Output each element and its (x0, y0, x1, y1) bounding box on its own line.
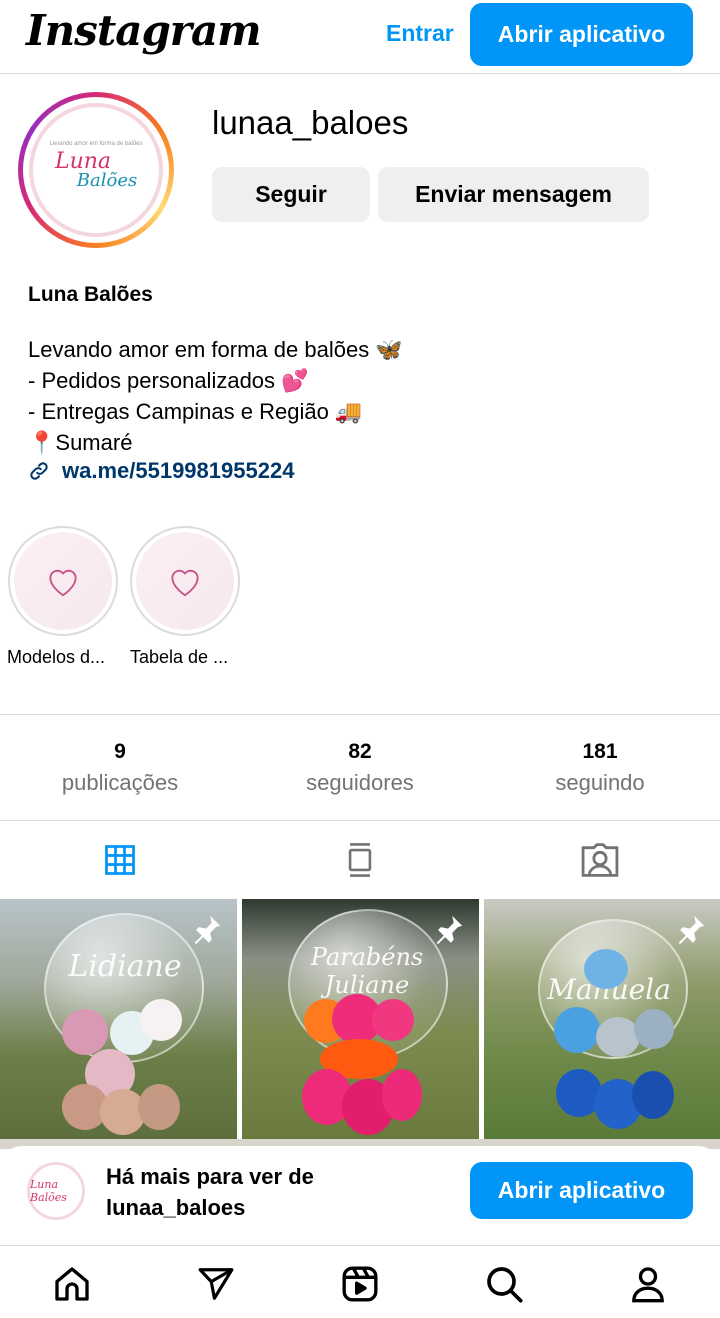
posts-count: 9 (114, 740, 126, 763)
post-tile[interactable]: Lidiane (0, 899, 237, 1139)
nav-direct[interactable] (194, 1262, 238, 1306)
nav-search[interactable] (482, 1262, 526, 1306)
open-app-button[interactable]: Abrir aplicativo (470, 3, 693, 66)
post-caption: Parabéns Juliane (310, 943, 424, 999)
banner-text: Há mais para ver de lunaa_baloes (106, 1161, 314, 1223)
bio-line: - Entregas Campinas e Região 🚚 (28, 399, 363, 424)
stat-following[interactable]: 181 seguindo (480, 740, 720, 796)
banner-text-line1: Há mais para ver de (106, 1164, 314, 1189)
banner-avatar: Luna Balões (27, 1162, 85, 1220)
tagged-icon (581, 843, 619, 877)
divider (0, 820, 720, 821)
home-icon (55, 1267, 89, 1301)
followers-count: 82 (348, 740, 372, 763)
heart-icon (171, 569, 199, 597)
tab-tagged[interactable] (480, 838, 720, 882)
profile-avatar[interactable]: Levando amor em forma de balões Luna Bal… (18, 92, 174, 248)
highlight-label: Modelos d... (7, 647, 106, 667)
direct-icon (198, 1268, 234, 1300)
banner-open-app-button[interactable]: Abrir aplicativo (470, 1162, 693, 1219)
feed-icon (348, 843, 372, 877)
profile-username: lunaa_baloes (212, 104, 409, 141)
login-link[interactable]: Entrar (386, 20, 454, 47)
avatar-tagline: Levando amor em forma de balões (49, 141, 143, 147)
bio-link-text: wa.me/5519981955224 (62, 458, 295, 483)
highlight-label: Tabela de ... (130, 647, 229, 667)
grid-icon (105, 845, 135, 875)
nav-profile[interactable] (626, 1262, 670, 1306)
post-caption: Lidiane (68, 949, 182, 984)
link-icon (30, 462, 48, 480)
stat-posts: 9 publicações (0, 740, 240, 796)
following-label: seguindo (555, 770, 645, 795)
tab-posts-grid[interactable] (0, 838, 240, 882)
bottom-nav (0, 1248, 720, 1318)
bio-line: Levando amor em forma de balões 🦋 (28, 337, 403, 362)
followers-label: seguidores (306, 770, 414, 795)
profile-bio: Levando amor em forma de balões 🦋 - Pedi… (28, 334, 403, 458)
send-message-button[interactable]: Enviar mensagem (378, 167, 649, 222)
pin-icon (194, 915, 221, 945)
bio-link[interactable]: wa.me/5519981955224 (28, 458, 294, 484)
post-tile[interactable]: Parabéns Juliane (242, 899, 479, 1139)
highlight-tabela[interactable] (130, 526, 240, 636)
divider (0, 714, 720, 715)
highlight-modelos[interactable] (8, 526, 118, 636)
pin-icon (436, 915, 463, 945)
bio-line: - Pedidos personalizados 💕 (28, 368, 309, 393)
top-bar: Instagram Entrar Abrir aplicativo (0, 0, 720, 74)
nav-reels[interactable] (338, 1262, 382, 1306)
posts-label: publicações (61, 770, 179, 795)
post-tile[interactable]: Manuela (484, 899, 720, 1139)
profile-icon (632, 1267, 664, 1303)
reels-icon (342, 1266, 378, 1302)
pin-icon (678, 915, 705, 945)
banner-text-line2: lunaa_baloes (106, 1195, 246, 1220)
avatar-image: Levando amor em forma de balões Luna Bal… (29, 103, 163, 237)
heart-icon (49, 569, 77, 597)
following-count: 181 (582, 740, 618, 763)
follow-button[interactable]: Seguir (212, 167, 370, 222)
avatar-logo-line2: Balões (76, 170, 138, 191)
profile-full-name: Luna Balões (28, 283, 153, 306)
bio-line: 📍Sumaré (28, 430, 133, 455)
instagram-logo[interactable]: Instagram (26, 6, 262, 55)
nav-home[interactable] (50, 1262, 94, 1306)
stat-followers[interactable]: 82 seguidores (240, 740, 480, 796)
search-icon (487, 1267, 523, 1303)
tab-feed[interactable] (240, 838, 480, 882)
